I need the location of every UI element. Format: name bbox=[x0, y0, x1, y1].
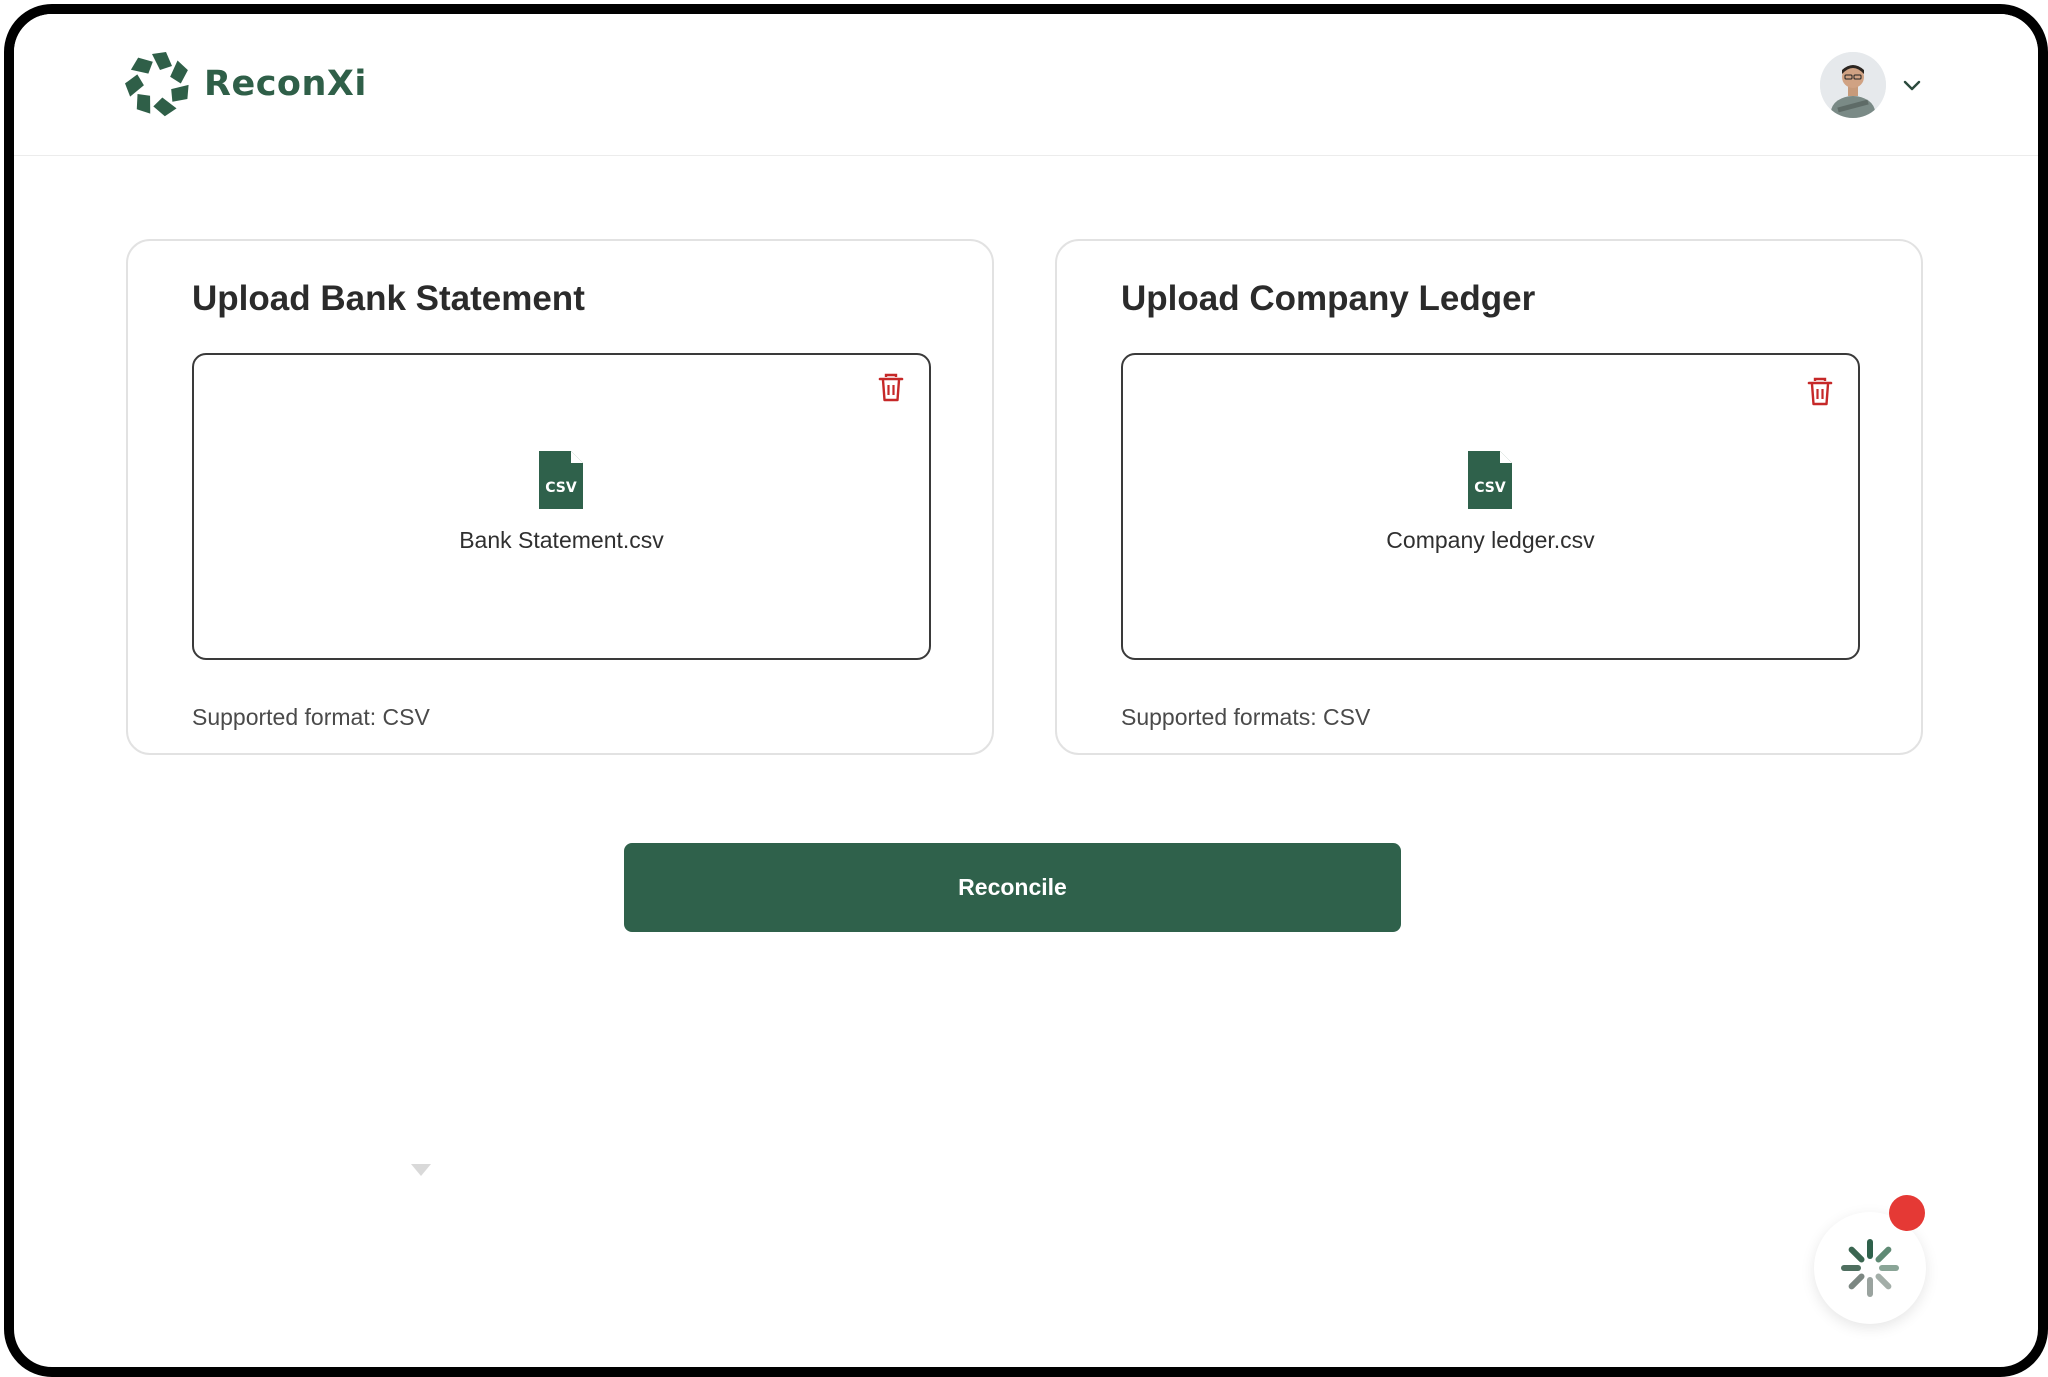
bank-statement-dropzone[interactable]: CSV Bank Statement.csv bbox=[192, 353, 931, 660]
reconxi-logo-icon bbox=[125, 52, 189, 117]
app-window: ReconXi Upload Bank Statement CSV Bank S… bbox=[4, 4, 2048, 1377]
company-ledger-dropzone[interactable]: CSV Company ledger.csv bbox=[1121, 353, 1860, 660]
caret-down-icon bbox=[411, 1164, 431, 1176]
csv-file-icon: CSV bbox=[539, 451, 583, 509]
bank-statement-file-name: Bank Statement.csv bbox=[459, 527, 664, 553]
company-ledger-card: Upload Company Ledger CSV Company ledger… bbox=[1055, 239, 1923, 755]
company-ledger-file-name: Company ledger.csv bbox=[1386, 527, 1595, 553]
company-ledger-format-note: Supported formats: CSV bbox=[1121, 704, 1371, 730]
trash-icon[interactable] bbox=[1806, 377, 1834, 407]
notification-badge bbox=[1889, 1195, 1925, 1231]
csv-file-icon: CSV bbox=[1468, 451, 1512, 509]
trash-icon[interactable] bbox=[877, 373, 905, 403]
chevron-down-icon[interactable] bbox=[1900, 73, 1924, 97]
logo[interactable]: ReconXi bbox=[124, 50, 367, 118]
user-menu[interactable] bbox=[1820, 52, 1924, 118]
user-avatar[interactable] bbox=[1820, 52, 1886, 118]
spinner-icon bbox=[1841, 1239, 1899, 1297]
svg-text:CSV: CSV bbox=[545, 480, 577, 496]
bank-statement-card: Upload Bank Statement CSV Bank Statement… bbox=[126, 239, 994, 755]
top-header: ReconXi bbox=[14, 14, 2038, 156]
svg-text:CSV: CSV bbox=[1474, 480, 1506, 496]
bank-statement-title: Upload Bank Statement bbox=[192, 279, 585, 318]
company-ledger-title: Upload Company Ledger bbox=[1121, 279, 1536, 318]
app-name: ReconXi bbox=[204, 64, 367, 104]
bank-statement-format-note: Supported format: CSV bbox=[192, 704, 430, 730]
reconcile-button[interactable]: Reconcile bbox=[624, 843, 1401, 932]
